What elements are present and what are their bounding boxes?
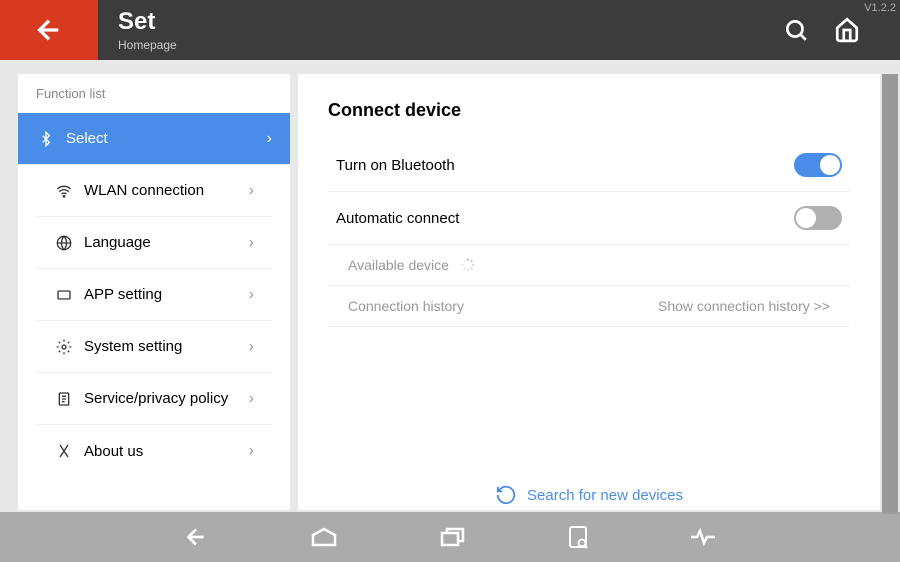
bluetooth-row: Turn on Bluetooth <box>328 139 850 192</box>
sidebar-item-label: System setting <box>84 338 249 355</box>
chevron-right-icon: › <box>249 390 254 408</box>
refresh-icon <box>495 484 517 506</box>
sidebar-item-system-setting[interactable]: System setting › <box>36 321 272 373</box>
tablet-icon <box>54 287 74 303</box>
chevron-right-icon: › <box>249 286 254 304</box>
sidebar-item-label: APP setting <box>84 286 249 303</box>
auto-connect-toggle[interactable] <box>794 206 842 230</box>
nav-home-icon[interactable] <box>309 525 339 549</box>
home-icon[interactable] <box>834 17 860 43</box>
auto-connect-label: Automatic connect <box>336 210 459 227</box>
nav-back-icon[interactable] <box>183 524 209 550</box>
sidebar-item-label: Select <box>66 130 267 147</box>
sidebar-item-select[interactable]: Select › <box>18 113 290 165</box>
scrollbar-thumb[interactable] <box>882 74 898 514</box>
search-devices-label: Search for new devices <box>527 487 683 504</box>
arrow-left-icon <box>33 14 65 46</box>
available-device-label: Available device <box>348 257 449 273</box>
chevron-right-icon: › <box>249 234 254 252</box>
history-label: Connection history <box>348 298 464 314</box>
nav-screenshot-icon[interactable] <box>567 524 589 550</box>
bluetooth-icon <box>36 131 56 147</box>
back-button[interactable] <box>0 0 98 60</box>
main-panel: Connect device Turn on Bluetooth Automat… <box>298 74 880 510</box>
sidebar: Function list Select › WLAN connection ›… <box>18 74 290 510</box>
version-label: V1.2.2 <box>864 2 896 14</box>
nav-activity-icon[interactable] <box>689 527 717 547</box>
sidebar-item-app-setting[interactable]: APP setting › <box>36 269 272 321</box>
history-row: Connection history Show connection histo… <box>328 286 850 327</box>
show-history-link[interactable]: Show connection history >> <box>658 298 830 314</box>
auto-connect-row: Automatic connect <box>328 192 850 245</box>
document-icon <box>54 391 74 407</box>
sidebar-item-label: WLAN connection <box>84 182 249 199</box>
sidebar-item-label: Language <box>84 234 249 251</box>
chevron-right-icon: › <box>249 442 254 460</box>
sidebar-header: Function list <box>18 74 290 113</box>
sidebar-item-language[interactable]: Language › <box>36 217 272 269</box>
sidebar-item-label: About us <box>84 443 249 460</box>
gear-icon <box>54 339 74 355</box>
chevron-right-icon: › <box>267 130 272 148</box>
title-block: Set Homepage <box>118 8 177 52</box>
sidebar-item-about[interactable]: About us › <box>36 425 272 477</box>
system-nav-bar <box>0 512 900 562</box>
app-header: Set Homepage V1.2.2 <box>0 0 900 60</box>
sidebar-item-wlan[interactable]: WLAN connection › <box>36 165 272 217</box>
sidebar-item-label: Service/privacy policy <box>84 390 249 407</box>
main-title: Connect device <box>328 100 850 121</box>
loading-spinner-icon <box>461 258 475 272</box>
nav-recent-icon[interactable] <box>439 525 467 549</box>
chevron-right-icon: › <box>249 182 254 200</box>
wifi-icon <box>54 183 74 199</box>
search-icon[interactable] <box>783 17 809 43</box>
bluetooth-toggle[interactable] <box>794 153 842 177</box>
bluetooth-label: Turn on Bluetooth <box>336 157 455 174</box>
search-devices-button[interactable]: Search for new devices <box>495 484 683 506</box>
about-icon <box>54 443 74 459</box>
chevron-right-icon: › <box>249 338 254 356</box>
sidebar-item-privacy[interactable]: Service/privacy policy › <box>36 373 272 425</box>
page-subtitle: Homepage <box>118 38 177 52</box>
globe-icon <box>54 235 74 251</box>
page-title: Set <box>118 8 177 36</box>
scrollbar[interactable] <box>882 74 898 504</box>
available-device-row: Available device <box>328 245 850 286</box>
